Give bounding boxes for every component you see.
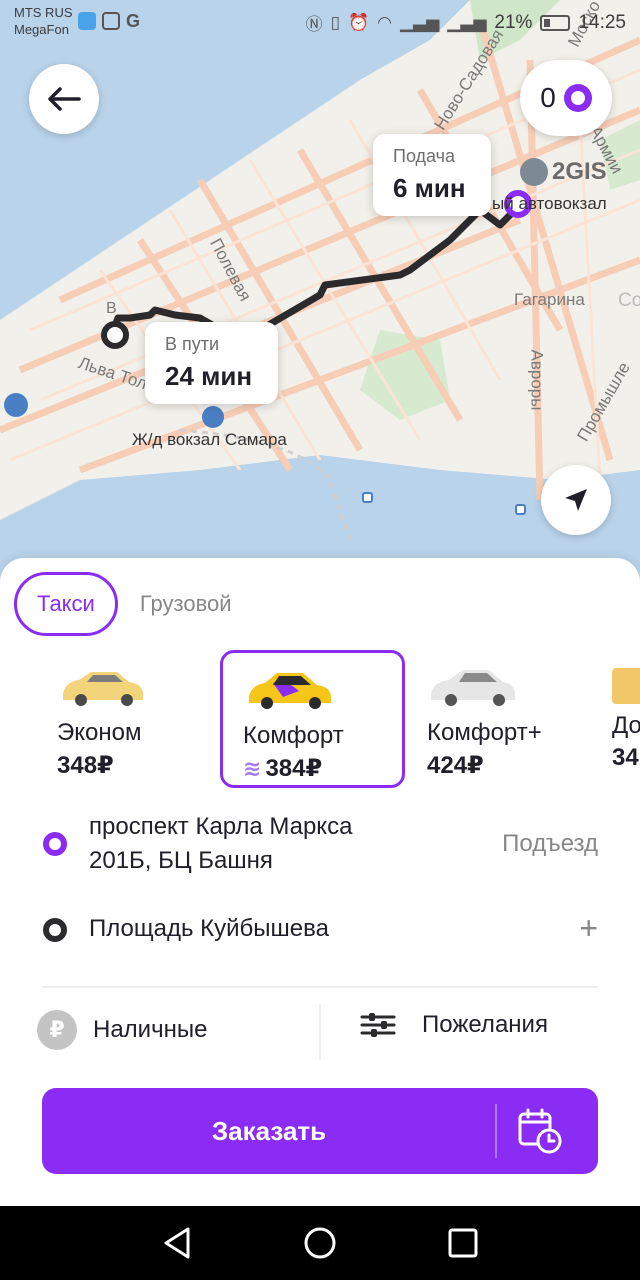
nav-home-icon[interactable] xyxy=(303,1226,337,1260)
nfc-icon: Ⓝ xyxy=(305,15,323,34)
tariff-name: До xyxy=(612,712,640,739)
order-button-label: Заказать xyxy=(211,1115,327,1146)
tariff-name: Комфорт+ xyxy=(427,719,542,746)
signal-icon: ▁▃▅ xyxy=(399,12,440,32)
destination-address: Площадь Куйбышева xyxy=(89,915,329,942)
shield-icon xyxy=(78,12,96,30)
arrow-left-icon xyxy=(48,87,81,111)
tariff-comfort[interactable]: Комфорт ≋ 384₽ xyxy=(220,650,405,788)
map-label-railway-station: Ж/д вокзал Самара xyxy=(132,430,287,449)
destination-address-row[interactable]: Площадь Куйбышева + xyxy=(0,910,640,954)
map-view[interactable]: Ново-Садовая Моско Армии ый автовокзал П… xyxy=(0,0,640,600)
travel-time-bubble: В пути 24 мин xyxy=(145,322,278,404)
vibrate-icon: ▯ xyxy=(330,12,340,32)
order-sheet: Такси Грузовой Эконом 348₽ Комфорт ≋ 384… xyxy=(0,558,640,1206)
pickup-time-bubble: Подача 6 мин xyxy=(373,134,491,216)
navigation-arrow-icon xyxy=(565,489,587,511)
carrier-info: MTS RUS MegaFon xyxy=(14,4,73,38)
destination-dot-icon xyxy=(43,918,67,942)
divider xyxy=(495,1104,497,1158)
car-icon xyxy=(63,672,143,706)
tariff-price: 424₽ xyxy=(427,752,484,779)
wishes-label: Пожелания xyxy=(422,1011,548,1038)
pickup-label: Подача xyxy=(393,146,456,166)
plus-points-icon xyxy=(563,84,592,112)
alarm-icon: ⏰ xyxy=(347,12,370,32)
pickup-time: 6 мин xyxy=(393,173,466,203)
2gis-icon xyxy=(520,158,548,186)
entrance-button[interactable]: Подъезд xyxy=(502,830,598,858)
payment-method-button[interactable]: ₽ Наличные xyxy=(37,1010,207,1050)
map-label-district: Со xyxy=(618,290,640,311)
ruble-icon: ₽ xyxy=(37,1010,77,1050)
calendar-icon xyxy=(102,12,120,30)
pickup-address-row[interactable]: проспект Карла Маркса 201Б, БЦ Башня Под… xyxy=(0,810,640,880)
battery-percent: 21% xyxy=(494,11,533,33)
pickup-address: проспект Карла Маркса 201Б, БЦ Башня xyxy=(89,813,353,874)
service-tabs: Такси Грузовой xyxy=(14,572,232,636)
map-label-bus-station: ый автовокзал xyxy=(492,194,607,213)
tariff-name: Комфорт xyxy=(243,722,344,749)
tariff-name: Эконом xyxy=(57,719,142,746)
status-bar: MTS RUS MegaFon G Ⓝ ▯ ⏰ ◠ ▁▃▅ ▁▃▅ 21% 14… xyxy=(0,0,640,44)
google-icon: G xyxy=(126,11,141,31)
settings-sliders-icon xyxy=(360,1013,396,1037)
schedule-calendar-icon[interactable] xyxy=(516,1108,562,1154)
2gis-logo: 2GIS xyxy=(520,158,607,186)
tariff-comfort-plus[interactable]: Комфорт+ 424₽ xyxy=(407,650,597,788)
my-location-button[interactable] xyxy=(541,465,611,535)
car-icon xyxy=(431,670,515,706)
order-button[interactable]: Заказать xyxy=(42,1088,598,1174)
tariff-economy[interactable]: Эконом 348₽ xyxy=(37,650,212,788)
nav-back-icon[interactable] xyxy=(160,1226,194,1260)
payment-method-label: Наличные xyxy=(93,1016,208,1043)
carrier-1: MTS RUS xyxy=(14,5,73,20)
map-label-street: Авроры xyxy=(527,349,547,411)
system-nav-bar xyxy=(0,1206,640,1280)
signal-icon-2: ▁▃▅ xyxy=(447,12,487,32)
wishes-button[interactable]: Пожелания xyxy=(360,1010,548,1040)
tab-taxi[interactable]: Такси xyxy=(14,572,118,636)
nav-recents-icon[interactable] xyxy=(446,1226,480,1260)
plus-points-button[interactable]: 0 xyxy=(520,60,612,136)
pickup-dot-icon xyxy=(43,832,67,856)
system-icons: Ⓝ ▯ ⏰ ◠ ▁▃▅ ▁▃▅ 21% 14:25 xyxy=(306,10,626,35)
carrier-2: MegaFon xyxy=(14,22,69,37)
points-count: 0 xyxy=(540,82,556,113)
tariff-list[interactable]: Эконом 348₽ Комфорт ≋ 384₽ Комфорт+ 424₽… xyxy=(0,650,640,788)
tariff-price: 34 xyxy=(612,744,639,771)
divider xyxy=(319,1004,321,1060)
notification-icons: G xyxy=(78,12,140,30)
tariff-price: 348₽ xyxy=(57,752,114,779)
box-icon xyxy=(612,668,640,704)
battery-icon xyxy=(540,14,571,31)
tab-cargo[interactable]: Грузовой xyxy=(140,591,232,617)
add-stop-button[interactable]: + xyxy=(579,910,598,947)
price-boost-icon: ≋ xyxy=(243,755,262,781)
travel-time: 24 мин xyxy=(165,361,253,391)
tariff-delivery[interactable]: До 34 xyxy=(592,650,640,788)
back-button[interactable] xyxy=(29,64,99,134)
clock: 14:25 xyxy=(578,11,626,33)
travel-label: В пути xyxy=(165,334,220,354)
map-label-street: В xyxy=(106,300,117,317)
divider xyxy=(42,986,598,988)
wifi-icon: ◠ xyxy=(377,12,392,32)
map-label-street: Гагарина xyxy=(514,290,585,309)
tariff-price: ≋ 384₽ xyxy=(243,755,323,782)
car-icon xyxy=(249,673,331,709)
